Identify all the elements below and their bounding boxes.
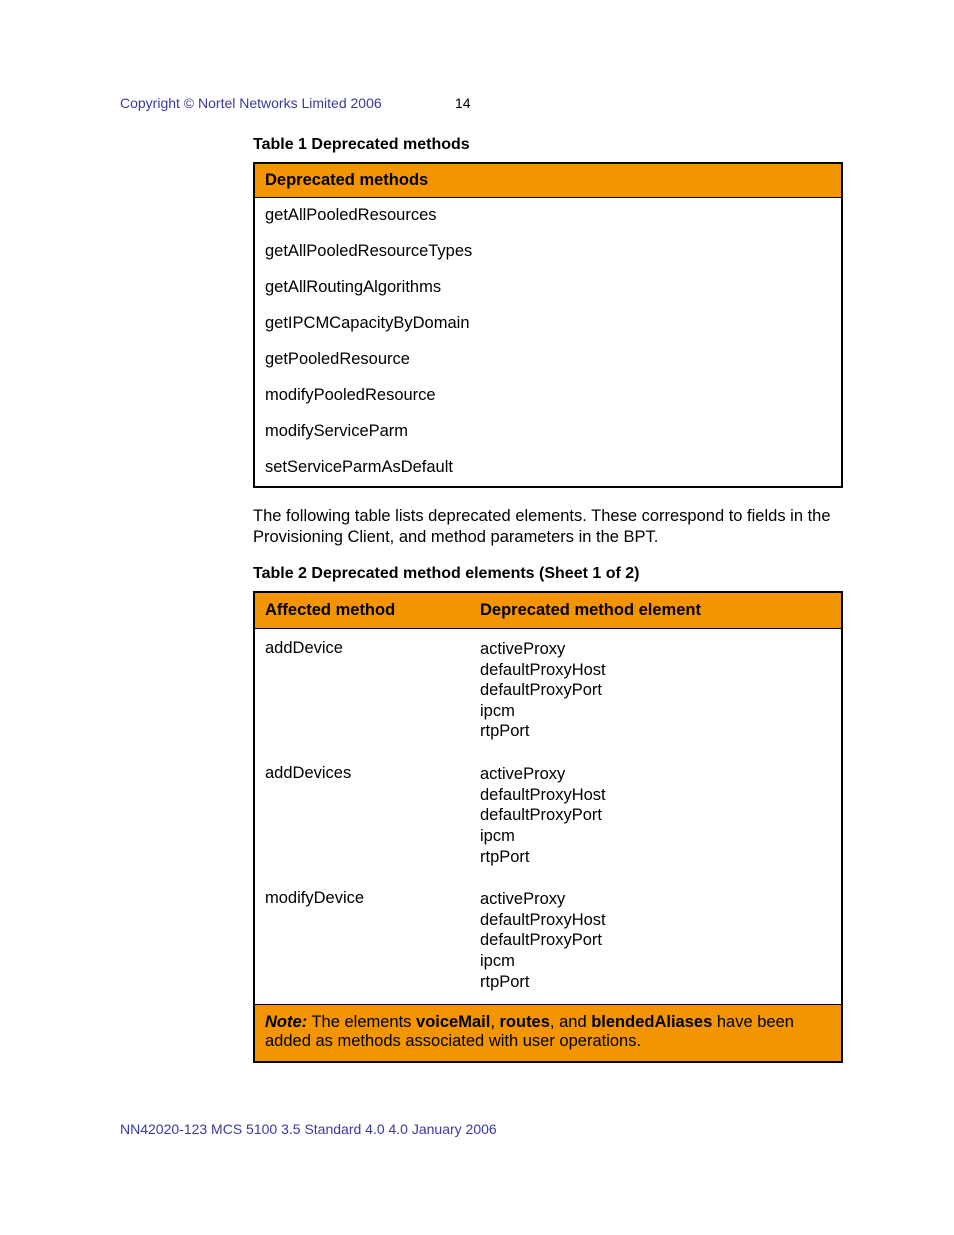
table-note-row: Note: The elements voiceMail, routes, an…: [254, 1005, 842, 1063]
method-cell: getIPCMCapacityByDomain: [254, 306, 842, 342]
note-bold: routes: [499, 1013, 549, 1031]
method-cell: getAllRoutingAlgorithms: [254, 270, 842, 306]
table-row: getAllPooledResourceTypes: [254, 234, 842, 270]
element-item: activeProxy: [480, 639, 831, 660]
note-bold: voiceMail: [416, 1013, 490, 1031]
footer-text: NN42020-123 MCS 5100 3.5 Standard 4.0 4.…: [120, 1121, 497, 1137]
note-text: , and: [550, 1013, 591, 1031]
header-page-number: 14: [455, 95, 471, 111]
element-item: defaultProxyHost: [480, 910, 831, 931]
element-item: defaultProxyPort: [480, 805, 831, 826]
table-deprecated-elements: Affected method Deprecated method elemen…: [253, 591, 843, 1063]
note-label: Note:: [265, 1013, 307, 1031]
element-item: ipcm: [480, 826, 831, 847]
content-area: Table 1 Deprecated methods Deprecated me…: [253, 136, 843, 1063]
deprecated-elements-cell: activeProxy defaultProxyHost defaultProx…: [470, 879, 842, 1005]
table-row: getPooledResource: [254, 342, 842, 378]
element-item: rtpPort: [480, 721, 831, 742]
method-cell: getPooledResource: [254, 342, 842, 378]
table-row: getIPCMCapacityByDomain: [254, 306, 842, 342]
method-cell: setServiceParmAsDefault: [254, 450, 842, 487]
affected-method-cell: modifyDevice: [254, 879, 470, 1005]
table2-caption: Table 2 Deprecated method elements (Shee…: [253, 565, 843, 583]
method-cell: getAllPooledResourceTypes: [254, 234, 842, 270]
table-row: getAllPooledResources: [254, 198, 842, 235]
note-cell: Note: The elements voiceMail, routes, an…: [254, 1005, 842, 1063]
element-item: ipcm: [480, 701, 831, 722]
table1-caption: Table 1 Deprecated methods: [253, 136, 843, 154]
paragraph: The following table lists deprecated ele…: [253, 506, 843, 549]
table-row: modifyServiceParm: [254, 414, 842, 450]
element-item: defaultProxyHost: [480, 785, 831, 806]
table-row: addDevices activeProxy defaultProxyHost …: [254, 754, 842, 879]
method-cell: modifyPooledResource: [254, 378, 842, 414]
table1-header: Deprecated methods: [254, 163, 842, 198]
table-row: getAllRoutingAlgorithms: [254, 270, 842, 306]
table-deprecated-methods: Deprecated methods getAllPooledResources…: [253, 162, 843, 488]
element-item: activeProxy: [480, 889, 831, 910]
element-item: activeProxy: [480, 764, 831, 785]
affected-method-cell: addDevices: [254, 754, 470, 879]
page: Copyright © Nortel Networks Limited 2006…: [0, 0, 954, 1235]
deprecated-elements-cell: activeProxy defaultProxyHost defaultProx…: [470, 754, 842, 879]
element-item: rtpPort: [480, 847, 831, 868]
deprecated-elements-cell: activeProxy defaultProxyHost defaultProx…: [470, 628, 842, 754]
note-bold: blendedAliases: [591, 1013, 712, 1031]
header-copyright: Copyright © Nortel Networks Limited 2006: [120, 95, 382, 111]
element-item: defaultProxyHost: [480, 660, 831, 681]
table-row: setServiceParmAsDefault: [254, 450, 842, 487]
element-item: rtpPort: [480, 972, 831, 993]
table-row: addDevice activeProxy defaultProxyHost d…: [254, 628, 842, 754]
table2-header-col2: Deprecated method element: [470, 592, 842, 629]
table-row: modifyDevice activeProxy defaultProxyHos…: [254, 879, 842, 1005]
method-cell: modifyServiceParm: [254, 414, 842, 450]
table2-header-col1: Affected method: [254, 592, 470, 629]
affected-method-cell: addDevice: [254, 628, 470, 754]
table-row: modifyPooledResource: [254, 378, 842, 414]
element-item: defaultProxyPort: [480, 930, 831, 951]
note-text: The elements: [307, 1013, 416, 1031]
element-item: defaultProxyPort: [480, 680, 831, 701]
method-cell: getAllPooledResources: [254, 198, 842, 235]
element-item: ipcm: [480, 951, 831, 972]
